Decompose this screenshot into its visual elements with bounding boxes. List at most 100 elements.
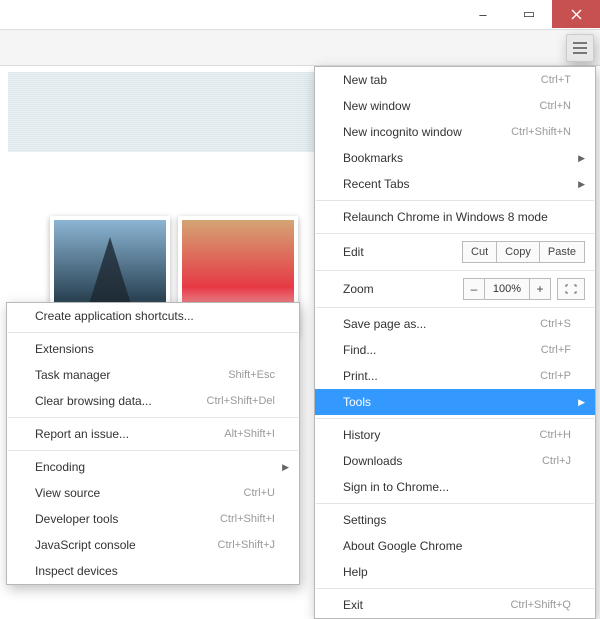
chevron-right-icon: ▶ xyxy=(578,397,585,408)
menu-extensions[interactable]: Extensions xyxy=(7,336,299,362)
fullscreen-icon xyxy=(565,284,577,294)
menu-downloads[interactable]: DownloadsCtrl+J xyxy=(315,448,595,474)
menu-report-issue[interactable]: Report an issue...Alt+Shift+I xyxy=(7,421,299,447)
menu-create-shortcuts[interactable]: Create application shortcuts... xyxy=(7,303,299,329)
menu-label: Save page as... xyxy=(343,317,540,331)
menu-label: Zoom xyxy=(343,282,463,296)
minimize-button[interactable]: – xyxy=(460,0,506,28)
menu-separator xyxy=(8,450,298,451)
cut-button[interactable]: Cut xyxy=(462,241,497,263)
menu-separator xyxy=(316,307,594,308)
menu-javascript-console[interactable]: JavaScript consoleCtrl+Shift+J xyxy=(7,532,299,558)
zoom-out-button[interactable]: – xyxy=(463,278,485,300)
menu-shortcut: Ctrl+Shift+Q xyxy=(510,599,571,611)
menu-label: About Google Chrome xyxy=(343,539,571,553)
menu-exit[interactable]: ExitCtrl+Shift+Q xyxy=(315,592,595,618)
menu-view-source[interactable]: View sourceCtrl+U xyxy=(7,480,299,506)
menu-shortcut: Ctrl+F xyxy=(541,344,571,356)
menu-label: New tab xyxy=(343,73,541,87)
window-titlebar: – ▭ xyxy=(0,0,600,30)
zoom-controls: – 100% + xyxy=(463,278,585,300)
menu-label: Task manager xyxy=(35,368,228,382)
menu-new-incognito[interactable]: New incognito windowCtrl+Shift+N xyxy=(315,119,595,145)
menu-encoding[interactable]: Encoding▶ xyxy=(7,454,299,480)
menu-separator xyxy=(8,332,298,333)
menu-separator xyxy=(316,418,594,419)
menu-label: Report an issue... xyxy=(35,427,224,441)
menu-label: Relaunch Chrome in Windows 8 mode xyxy=(343,210,571,224)
menu-label: Clear browsing data... xyxy=(35,394,207,408)
menu-about[interactable]: About Google Chrome xyxy=(315,533,595,559)
menu-print[interactable]: Print...Ctrl+P xyxy=(315,363,595,389)
fullscreen-button[interactable] xyxy=(557,278,585,300)
menu-label: Sign in to Chrome... xyxy=(343,480,571,494)
menu-shortcut: Ctrl+H xyxy=(540,429,571,441)
maximize-button[interactable]: ▭ xyxy=(506,0,552,28)
menu-separator xyxy=(316,200,594,201)
chrome-menu-button[interactable] xyxy=(566,34,594,62)
menu-task-manager[interactable]: Task managerShift+Esc xyxy=(7,362,299,388)
chevron-right-icon: ▶ xyxy=(578,153,585,164)
menu-label: Recent Tabs xyxy=(343,177,571,191)
menu-developer-tools[interactable]: Developer toolsCtrl+Shift+I xyxy=(7,506,299,532)
menu-label: Downloads xyxy=(343,454,542,468)
menu-separator xyxy=(8,417,298,418)
menu-inspect-devices[interactable]: Inspect devices xyxy=(7,558,299,584)
menu-find[interactable]: Find...Ctrl+F xyxy=(315,337,595,363)
close-button[interactable] xyxy=(552,0,600,28)
menu-label: Inspect devices xyxy=(35,564,275,578)
menu-label: Encoding xyxy=(35,460,275,474)
edit-button-group: Cut Copy Paste xyxy=(462,241,585,263)
menu-label: New window xyxy=(343,99,540,113)
menu-shortcut: Ctrl+Shift+Del xyxy=(207,395,275,407)
menu-label: History xyxy=(343,428,540,442)
menu-history[interactable]: HistoryCtrl+H xyxy=(315,422,595,448)
menu-tools[interactable]: Tools ▶ xyxy=(315,389,595,415)
menu-shortcut: Ctrl+Shift+J xyxy=(218,539,275,551)
hamburger-icon xyxy=(573,42,587,54)
menu-new-tab[interactable]: New tabCtrl+T xyxy=(315,67,595,93)
menu-settings[interactable]: Settings xyxy=(315,507,595,533)
menu-label: Tools xyxy=(343,395,571,409)
menu-clear-browsing-data[interactable]: Clear browsing data...Ctrl+Shift+Del xyxy=(7,388,299,414)
menu-save-page[interactable]: Save page as...Ctrl+S xyxy=(315,311,595,337)
menu-separator xyxy=(316,270,594,271)
menu-label: Print... xyxy=(343,369,540,383)
menu-label: New incognito window xyxy=(343,125,511,139)
menu-relaunch-win8[interactable]: Relaunch Chrome in Windows 8 mode xyxy=(315,204,595,230)
menu-shortcut: Alt+Shift+I xyxy=(224,428,275,440)
menu-recent-tabs[interactable]: Recent Tabs ▶ xyxy=(315,171,595,197)
menu-shortcut: Ctrl+T xyxy=(541,74,571,86)
paste-button[interactable]: Paste xyxy=(540,241,585,263)
browser-toolbar xyxy=(0,30,600,66)
zoom-in-button[interactable]: + xyxy=(529,278,551,300)
menu-edit-row: Edit Cut Copy Paste xyxy=(315,237,595,267)
menu-shortcut: Ctrl+P xyxy=(540,370,571,382)
menu-shortcut: Ctrl+U xyxy=(244,487,275,499)
menu-shortcut: Ctrl+N xyxy=(540,100,571,112)
tools-submenu: Create application shortcuts... Extensio… xyxy=(6,302,300,585)
menu-label: View source xyxy=(35,486,244,500)
menu-new-window[interactable]: New windowCtrl+N xyxy=(315,93,595,119)
chrome-main-menu: New tabCtrl+T New windowCtrl+N New incog… xyxy=(314,66,596,619)
copy-button[interactable]: Copy xyxy=(497,241,540,263)
menu-label: Settings xyxy=(343,513,571,527)
menu-shortcut: Ctrl+S xyxy=(540,318,571,330)
menu-shortcut: Ctrl+J xyxy=(542,455,571,467)
menu-zoom-row: Zoom – 100% + xyxy=(315,274,595,304)
menu-label: Exit xyxy=(343,598,510,612)
menu-label: Find... xyxy=(343,343,541,357)
maximize-icon: ▭ xyxy=(523,6,535,22)
close-icon xyxy=(571,9,582,20)
minimize-icon: – xyxy=(479,7,486,22)
menu-separator xyxy=(316,588,594,589)
menu-label: Edit xyxy=(343,245,462,259)
menu-signin[interactable]: Sign in to Chrome... xyxy=(315,474,595,500)
menu-shortcut: Shift+Esc xyxy=(228,369,275,381)
menu-shortcut: Ctrl+Shift+I xyxy=(220,513,275,525)
chevron-right-icon: ▶ xyxy=(578,179,585,190)
menu-label: Developer tools xyxy=(35,512,220,526)
menu-help[interactable]: Help xyxy=(315,559,595,585)
menu-bookmarks[interactable]: Bookmarks▶ xyxy=(315,145,595,171)
menu-label: Extensions xyxy=(35,342,275,356)
